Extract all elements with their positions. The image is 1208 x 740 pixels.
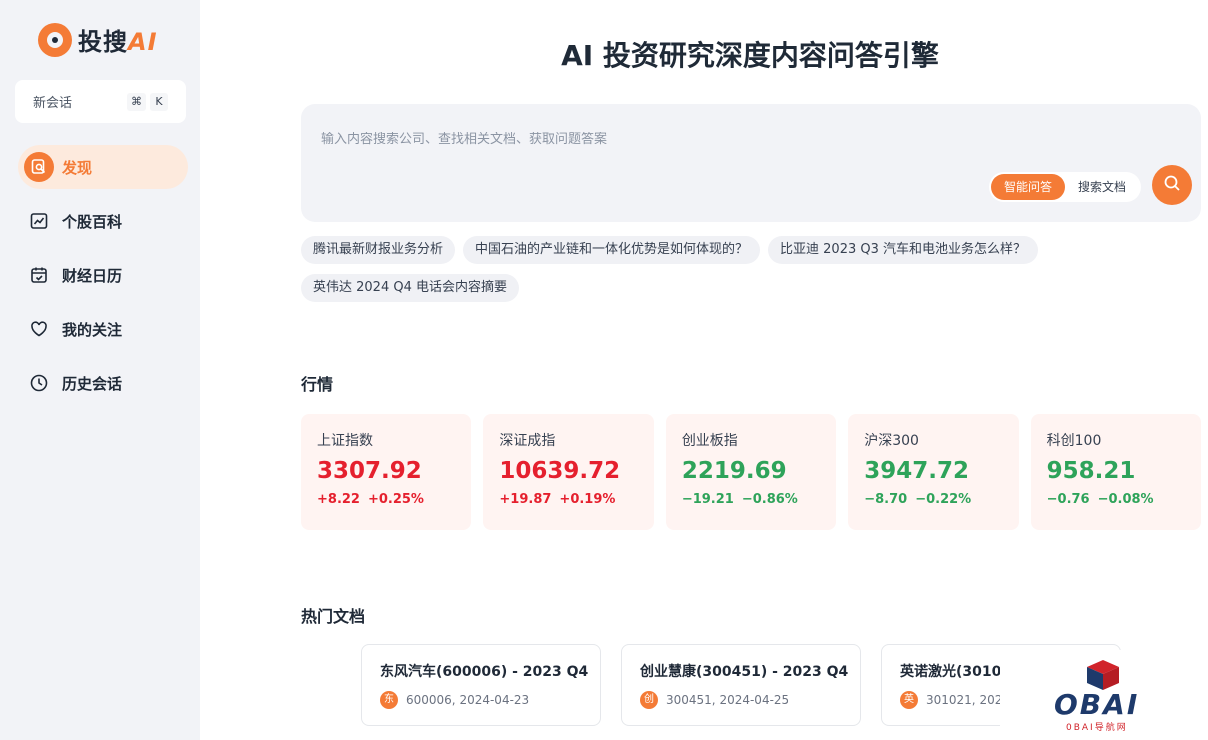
quote-card[interactable]: 科创100 958.21 −0.76 −0.08% [1030,414,1202,530]
sidebar-item-label: 历史会话 [62,374,123,393]
quote-price: 3947.72 [864,458,969,484]
quote-change-pct: −0.08% [1097,492,1154,507]
suggestion-chip[interactable]: 英伟达 2024 Q4 电话会内容摘要 [301,274,519,302]
market-quotes: 上证指数 3307.92 +8.22 +0.25% 深证成指 10639.72 +… [301,414,1202,530]
quote-change: −8.70 −0.22% [864,492,1002,507]
mode-smart-qa[interactable]: 智能问答 [991,174,1066,200]
quote-card[interactable]: 深证成指 10639.72 +19.87 +0.19% [483,414,654,530]
watermark-text: OBAI [1054,688,1140,721]
quote-card[interactable]: 创业板指 2219.69 −19.21 −0.86% [665,414,837,530]
logo-icon [38,22,72,57]
new-chat-label: 新会话 [33,96,73,111]
watermark-subtext: 0BAI导航网 [1066,723,1128,733]
company-badge: 创 [640,691,658,709]
quote-change-abs: −0.76 [1046,492,1090,507]
doc-card[interactable]: 东风汽车(600006) - 2023 Q4 东 600006, 2024-04… [361,644,601,726]
app-logo[interactable]: 投搜AI [38,22,158,57]
company-badge: 东 [380,691,398,709]
quote-change-abs: +19.87 [499,492,552,507]
doc-meta: 301021, 2024 [926,693,1010,707]
sidebar: 投搜AI 新会话 ⌘ K 发现 个股百科 财经日历 我的关注 历史会话 [0,0,200,740]
cmd-key: ⌘ [127,92,146,111]
sidebar-item-favorites[interactable]: 我的关注 [18,307,188,351]
quote-card[interactable]: 上证指数 3307.92 +8.22 +0.25% [301,414,472,530]
discover-icon [24,152,54,182]
quote-change-pct: +0.19% [559,492,616,507]
quote-change-pct: +0.25% [367,492,424,507]
search-panel: 智能问答 搜索文档 [301,104,1201,222]
quote-name: 深证成指 [499,433,556,449]
quote-change: +8.22 +0.25% [317,492,455,507]
sidebar-item-calendar[interactable]: 财经日历 [18,253,188,297]
calendar-icon [24,260,54,290]
sidebar-item-label: 个股百科 [62,212,123,231]
quote-change-pct: −0.22% [915,492,972,507]
doc-title: 东风汽车(600006) - 2023 Q4 [380,664,589,680]
doc-title: 创业慧康(300451) - 2023 Q4 [640,664,849,680]
docs-section-title: 热门文档 [301,607,366,626]
doc-meta: 300451, 2024-04-25 [666,693,790,707]
sidebar-item-history[interactable]: 历史会话 [18,361,188,405]
logo-ai: AI [128,28,158,56]
doc-card[interactable]: 创业慧康(300451) - 2023 Q4 创 300451, 2024-04… [621,644,861,726]
quote-price: 10639.72 [499,458,621,484]
doc-meta: 600006, 2024-04-23 [406,693,530,707]
quote-change-abs: −8.70 [864,492,908,507]
quote-card[interactable]: 沪深300 3947.72 −8.70 −0.22% [848,414,1019,530]
quote-name: 沪深300 [864,433,919,449]
quote-change: −0.76 −0.08% [1047,492,1185,507]
search-button[interactable] [1152,165,1192,205]
search-icon [1163,174,1181,196]
sidebar-item-discover[interactable]: 发现 [18,145,188,189]
suggestion-chip[interactable]: 中国石油的产业链和一体化优势是如何体现的？ [463,236,761,264]
stock-chart-icon [24,206,54,236]
suggestion-chip[interactable]: 比亚迪 2023 Q3 汽车和电池业务怎么样？ [768,236,1039,264]
quote-change-pct: −0.86% [741,492,798,507]
k-key: K [150,92,168,111]
new-chat-button[interactable]: 新会话 ⌘ K [15,80,186,123]
quote-price: 2219.69 [681,458,787,484]
sidebar-item-label: 发现 [62,158,93,177]
quote-name: 上证指数 [317,433,373,449]
company-badge: 英 [900,691,918,709]
market-section-title: 行情 [301,375,334,394]
watermark: OBAI 0BAI导航网 [1000,650,1208,740]
sidebar-item-label: 财经日历 [62,266,123,285]
suggestion-chips: 腾讯最新财报业务分析 中国石油的产业链和一体化优势是如何体现的？ 比亚迪 2023 … [301,236,1201,312]
quote-change-abs: −19.21 [681,492,734,507]
sidebar-nav: 发现 个股百科 财经日历 我的关注 历史会话 [18,145,188,415]
clock-icon [24,368,54,398]
mode-search-docs[interactable]: 搜索文档 [1065,174,1139,200]
search-input[interactable] [321,132,1021,147]
quote-price: 3307.92 [317,458,422,484]
suggestion-chip[interactable]: 腾讯最新财报业务分析 [301,236,456,264]
page-title: AI 投资研究深度内容问答引擎 [561,39,939,72]
quote-change-abs: +8.22 [317,492,360,507]
quote-change: +19.87 +0.19% [499,492,637,507]
sidebar-item-label: 我的关注 [62,320,123,339]
shortcut-hint: ⌘ K [127,92,168,111]
quote-price: 958.21 [1046,458,1136,484]
search-mode-toggle: 智能问答 搜索文档 [989,172,1142,202]
quote-name: 创业板指 [681,433,738,449]
sidebar-item-stock-wiki[interactable]: 个股百科 [18,199,188,243]
heart-icon [24,314,54,344]
quote-name: 科创100 [1046,433,1102,449]
quote-change: −19.21 −0.86% [682,492,820,507]
logo-text: 投搜 [78,28,128,56]
